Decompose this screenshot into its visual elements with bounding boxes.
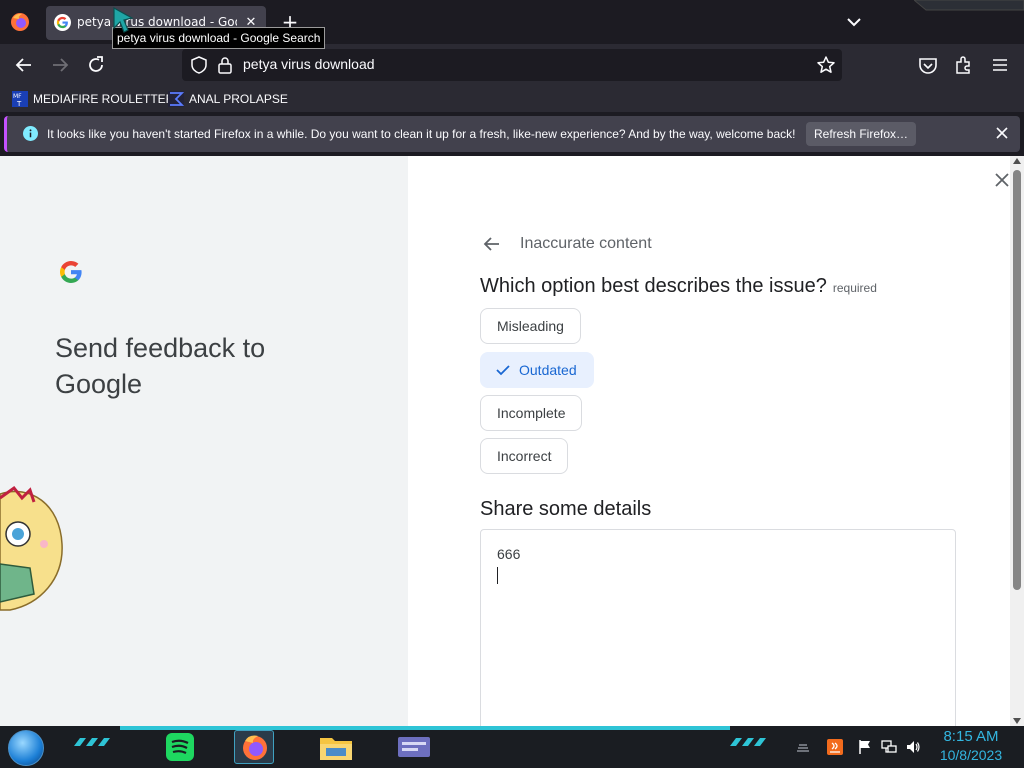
question-text: Which option best describes the issue? — [480, 275, 827, 297]
option-outdated[interactable]: Outdated — [480, 352, 594, 388]
reload-icon[interactable] — [85, 54, 107, 76]
bookmark-anal-prolapse[interactable]: ANAL PROLAPSE — [168, 89, 288, 109]
lock-icon[interactable] — [217, 56, 233, 74]
notification-message: It looks like you haven't started Firefo… — [47, 127, 796, 141]
hamburger-menu-icon[interactable] — [989, 54, 1011, 76]
forward-arrow-icon[interactable] — [49, 54, 71, 76]
page-scrollbar[interactable] — [1010, 156, 1024, 726]
option-label: Incorrect — [497, 448, 552, 464]
question-heading: Which option best describes the issue? re… — [480, 275, 877, 298]
cartoon-character-sticker — [0, 485, 63, 611]
details-text-value: 666 — [497, 546, 521, 562]
action-center-flag-icon[interactable] — [857, 739, 873, 755]
sigma-icon — [168, 91, 184, 107]
option-label: Incomplete — [497, 405, 566, 421]
option-label: Outdated — [519, 362, 577, 378]
bookmark-star-icon[interactable] — [816, 55, 836, 75]
scroll-thumb[interactable] — [1013, 170, 1021, 590]
network-icon[interactable] — [881, 739, 897, 755]
google-g-icon — [54, 14, 71, 31]
firefox-icon — [243, 735, 267, 760]
tracking-protection-shield-icon[interactable] — [190, 56, 208, 74]
taskbar-app-window[interactable] — [394, 730, 434, 764]
taskbar-decoration — [730, 738, 766, 746]
taskbar: 8:15 AM 10/8/2023 — [0, 726, 1024, 768]
details-textarea[interactable]: 666 — [480, 529, 956, 726]
file-explorer-icon — [320, 738, 352, 760]
option-incomplete[interactable]: Incomplete — [480, 395, 583, 431]
bookmark-label: MEDIAFIRE ROULETTER — [33, 92, 175, 106]
window-manager-icon — [398, 737, 430, 757]
mediafire-icon: MF T — [12, 91, 28, 107]
tab-tooltip: petya virus download - Google Search — [112, 27, 326, 49]
back-arrow-icon[interactable] — [481, 233, 503, 255]
clock-time: 8:15 AM — [943, 728, 999, 745]
scroll-down-arrow-icon[interactable] — [1013, 718, 1021, 724]
feedback-dialog: Send feedback to Google Inaccurate conte… — [0, 156, 1010, 726]
taskbar-app-spotify[interactable] — [160, 730, 200, 764]
info-icon — [23, 126, 38, 141]
navigation-toolbar: petya virus download — [0, 44, 1024, 86]
option-misleading[interactable]: Misleading — [480, 308, 581, 344]
mouse-cursor-icon — [113, 6, 134, 33]
pocket-icon[interactable] — [917, 54, 939, 76]
details-heading: Share some details — [480, 498, 652, 520]
text-caret — [497, 567, 498, 584]
bookmarks-toolbar: MF T MEDIAFIRE ROULETTER ANAL PROLAPSE — [0, 86, 1024, 112]
taskbar-app-firefox[interactable] — [234, 730, 274, 764]
bookmark-label: ANAL PROLAPSE — [189, 92, 288, 106]
firefox-view-icon[interactable] — [10, 12, 30, 32]
close-icon[interactable] — [992, 170, 1010, 190]
window-frame-decoration — [914, 0, 1024, 11]
bookmark-mediafire-rouletter[interactable]: MF T MEDIAFIRE ROULETTER — [12, 89, 174, 109]
svg-text:T: T — [16, 100, 22, 107]
required-label: required — [832, 281, 877, 295]
taskbar-app-file-explorer[interactable] — [316, 730, 356, 764]
extensions-puzzle-icon[interactable] — [953, 54, 975, 76]
spotify-icon — [166, 733, 194, 761]
refresh-firefox-button[interactable]: Refresh Firefox… — [806, 122, 916, 146]
checkmark-icon — [496, 365, 510, 376]
panel-title: Send feedback to Google — [55, 333, 266, 399]
feedback-left-panel: Send feedback to Google — [0, 156, 408, 726]
clock-date: 10/8/2023 — [939, 747, 1003, 763]
option-incorrect[interactable]: Incorrect — [480, 438, 569, 474]
scroll-up-arrow-icon[interactable] — [1013, 158, 1021, 164]
back-arrow-icon[interactable] — [13, 54, 35, 76]
taskbar-decoration — [74, 738, 110, 746]
start-button[interactable] — [8, 730, 44, 766]
system-clock[interactable]: 8:15 AM 10/8/2023 — [936, 728, 1006, 764]
google-g-logo-icon — [60, 261, 82, 283]
url-text[interactable]: petya virus download — [243, 56, 375, 72]
java-update-icon[interactable] — [827, 739, 843, 755]
tab-list-chevron-icon[interactable] — [844, 12, 864, 32]
refresh-firefox-notification: It looks like you haven't started Firefo… — [4, 116, 1020, 152]
url-bar[interactable]: petya virus download — [182, 49, 842, 81]
option-label: Misleading — [497, 318, 564, 334]
close-icon[interactable] — [994, 125, 1010, 141]
section-title: Inaccurate content — [520, 235, 652, 252]
volume-icon[interactable] — [905, 739, 921, 755]
tray-stack-icon[interactable] — [795, 739, 811, 755]
svg-text:MF: MF — [13, 93, 22, 100]
